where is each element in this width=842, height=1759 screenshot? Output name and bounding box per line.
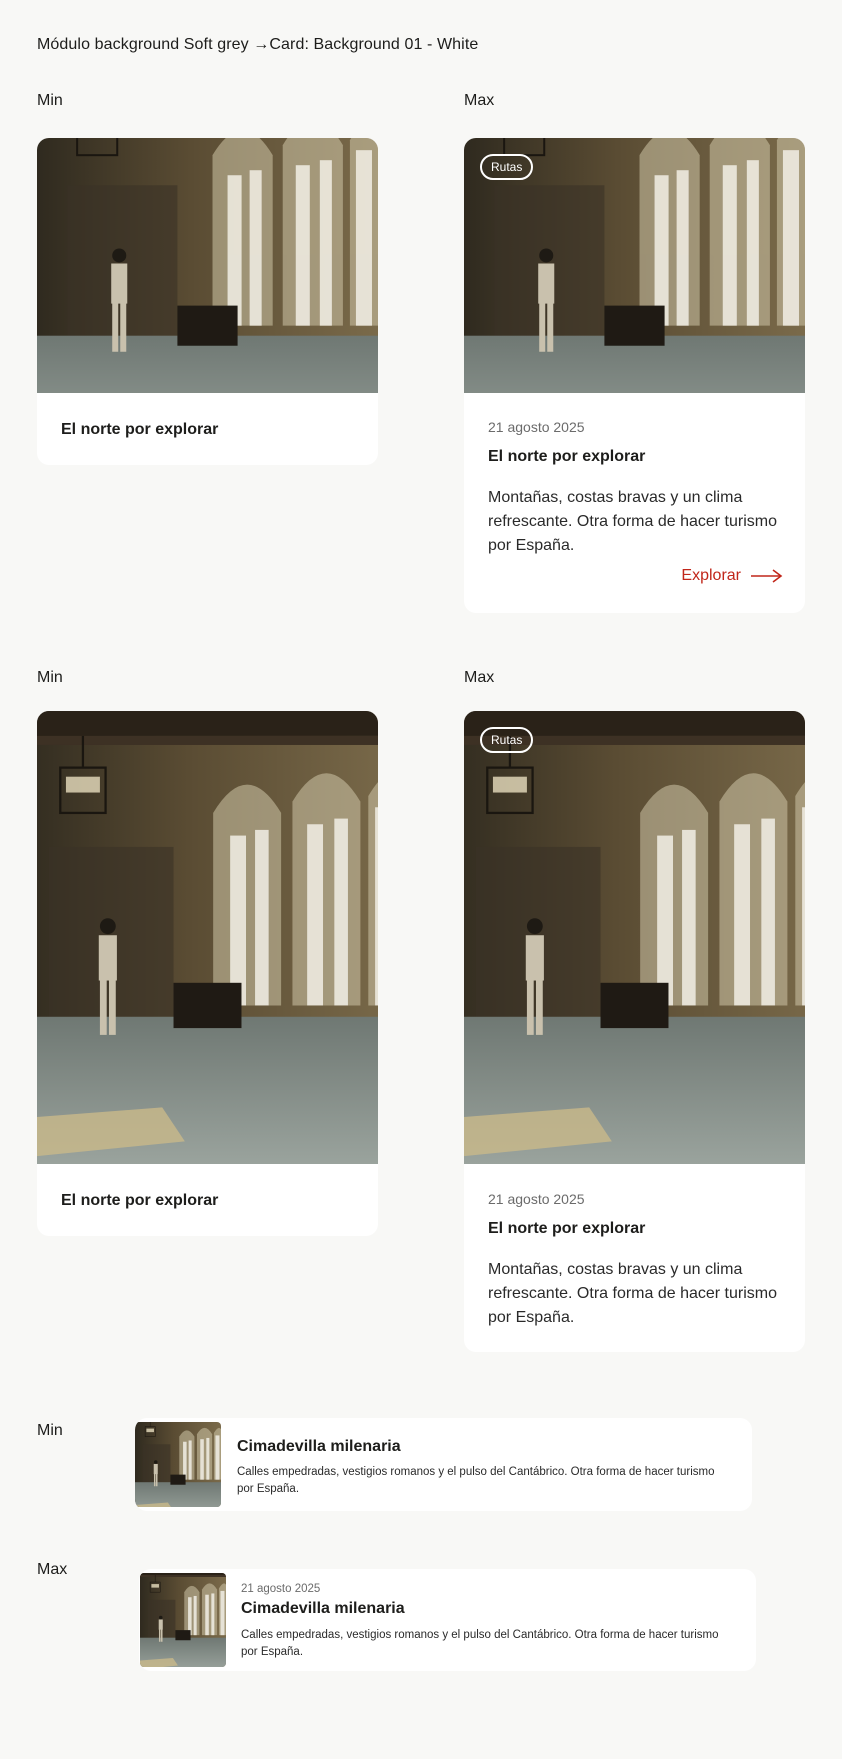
card-min-tall[interactable]: El norte por explorar: [37, 711, 378, 1236]
card-min[interactable]: El norte por explorar: [37, 138, 378, 465]
horizontal-card-title: Cimadevilla milenaria: [241, 1600, 405, 1617]
card-description: Montañas, costas bravas y un clima refre…: [488, 1261, 777, 1326]
card-image: [37, 711, 378, 1164]
card-date: 21 agosto 2025: [488, 419, 585, 435]
label-max: Max: [37, 1561, 68, 1578]
card-image: [464, 711, 805, 1164]
label-max: Max: [464, 669, 495, 686]
card-title: El norte por explorar: [488, 448, 646, 465]
label-min: Min: [37, 92, 63, 109]
label-min: Min: [37, 669, 63, 686]
horizontal-card-date: 21 agosto 2025: [241, 1583, 321, 1595]
explore-link[interactable]: Explorar: [681, 567, 783, 585]
card-image: [37, 138, 378, 393]
card-title: El norte por explorar: [61, 421, 219, 438]
horizontal-card-description: Calles empedradas, vestigios romanos y e…: [237, 1466, 715, 1495]
label-max: Max: [464, 92, 495, 109]
card-max-tall[interactable]: Rutas 21 agosto 2025 El norte por explor…: [464, 711, 805, 1352]
horizontal-card-description: Calles empedradas, vestigios romanos y e…: [241, 1629, 719, 1658]
card-title: El norte por explorar: [488, 1220, 646, 1237]
arrow-right-icon: [751, 569, 783, 583]
card-thumbnail: [135, 1422, 221, 1507]
label-min: Min: [37, 1422, 63, 1439]
page-title: Módulo background Soft grey →Card: Backg…: [37, 36, 479, 53]
explore-link-label: Explorar: [681, 567, 741, 584]
card-description: Montañas, costas bravas y un clima refre…: [488, 489, 777, 554]
card-date: 21 agosto 2025: [488, 1191, 585, 1207]
horizontal-card-title: Cimadevilla milenaria: [237, 1438, 401, 1455]
card-thumbnail: [140, 1573, 226, 1667]
horizontal-card-min[interactable]: Cimadevilla milenaria Calles empedradas,…: [135, 1418, 752, 1511]
card-title: El norte por explorar: [61, 1192, 219, 1209]
category-badge: Rutas: [480, 154, 534, 180]
card-max[interactable]: Rutas 21 agosto 2025 El norte por explor…: [464, 138, 805, 613]
horizontal-card-max[interactable]: 21 agosto 2025 Cimadevilla milenaria Cal…: [139, 1569, 756, 1671]
category-badge: Rutas: [480, 727, 534, 753]
